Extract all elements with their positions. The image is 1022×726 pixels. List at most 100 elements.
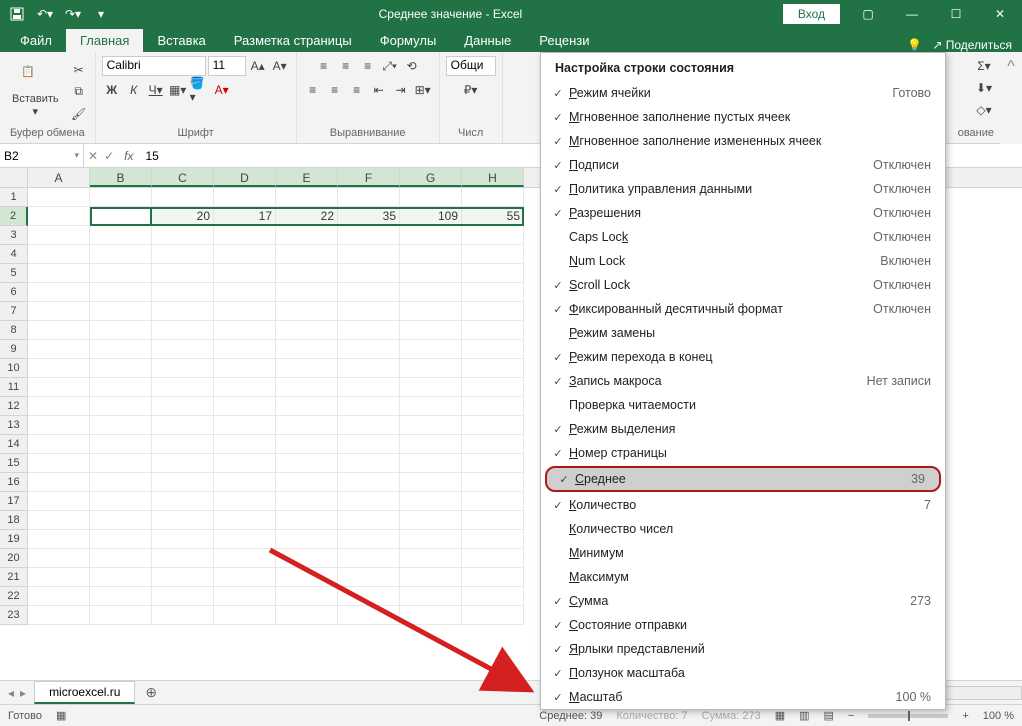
qat-dropdown-icon[interactable]: ▾ — [88, 2, 114, 26]
align-middle-icon[interactable]: ≡ — [336, 56, 356, 76]
autosum-icon[interactable]: Σ▾ — [974, 56, 994, 76]
column-header[interactable]: H — [462, 168, 524, 187]
cell[interactable] — [400, 359, 462, 378]
underline-button[interactable]: Ч▾ — [146, 80, 166, 100]
cell[interactable] — [462, 283, 524, 302]
column-header[interactable]: G — [400, 168, 462, 187]
cell[interactable] — [214, 511, 276, 530]
indent-increase-icon[interactable]: ⇥ — [391, 80, 411, 100]
login-button[interactable]: Вход — [783, 4, 840, 24]
row-header[interactable]: 23 — [0, 606, 28, 625]
cell[interactable] — [28, 606, 90, 625]
row-header[interactable]: 21 — [0, 568, 28, 587]
align-center-icon[interactable]: ≡ — [325, 80, 345, 100]
ctx-item[interactable]: ✓Ярлыки представлений — [541, 637, 945, 661]
cell[interactable] — [276, 397, 338, 416]
tab-insert[interactable]: Вставка — [143, 29, 219, 52]
cell[interactable] — [28, 378, 90, 397]
cell[interactable] — [28, 549, 90, 568]
cell[interactable] — [400, 435, 462, 454]
cell[interactable] — [152, 454, 214, 473]
cell[interactable] — [28, 435, 90, 454]
cell[interactable] — [400, 378, 462, 397]
cell[interactable] — [152, 340, 214, 359]
redo-icon[interactable]: ↷▾ — [60, 2, 86, 26]
cell[interactable] — [338, 283, 400, 302]
cell[interactable] — [400, 568, 462, 587]
cell[interactable] — [152, 568, 214, 587]
cell[interactable] — [152, 473, 214, 492]
cell[interactable] — [28, 454, 90, 473]
ctx-item[interactable]: ✓Среднее39 — [545, 466, 941, 492]
macro-record-icon[interactable]: ▦ — [56, 709, 66, 722]
cell[interactable] — [90, 397, 152, 416]
row-header[interactable]: 4 — [0, 245, 28, 264]
tab-formulas[interactable]: Формулы — [366, 29, 451, 52]
cell[interactable] — [276, 568, 338, 587]
cell[interactable] — [90, 264, 152, 283]
align-left-icon[interactable]: ≡ — [303, 80, 323, 100]
column-header[interactable]: F — [338, 168, 400, 187]
cell[interactable] — [152, 416, 214, 435]
cell[interactable] — [90, 340, 152, 359]
cell[interactable] — [152, 435, 214, 454]
ctx-item[interactable]: ✓ПодписиОтключен — [541, 153, 945, 177]
cell[interactable] — [400, 492, 462, 511]
currency-icon[interactable]: ₽▾ — [461, 80, 481, 100]
cell[interactable] — [338, 473, 400, 492]
ctx-item[interactable]: Caps LockОтключен — [541, 225, 945, 249]
tab-file[interactable]: Файл — [6, 29, 66, 52]
cell[interactable] — [338, 454, 400, 473]
cell[interactable] — [152, 492, 214, 511]
cell[interactable] — [152, 283, 214, 302]
cell[interactable] — [28, 530, 90, 549]
cell[interactable] — [90, 378, 152, 397]
add-sheet-icon[interactable]: ⊕ — [135, 684, 167, 701]
cell[interactable] — [462, 511, 524, 530]
cell[interactable] — [152, 530, 214, 549]
align-right-icon[interactable]: ≡ — [347, 80, 367, 100]
cell[interactable] — [338, 397, 400, 416]
cell[interactable]: 109 — [400, 207, 462, 226]
view-normal-icon[interactable]: ▦ — [775, 709, 785, 722]
cell[interactable] — [276, 378, 338, 397]
cell[interactable] — [214, 378, 276, 397]
ctx-item[interactable]: ✓Фиксированный десятичный форматОтключен — [541, 297, 945, 321]
cell[interactable] — [28, 473, 90, 492]
cell[interactable] — [462, 378, 524, 397]
font-color-icon[interactable]: A▾ — [212, 80, 232, 100]
cell[interactable] — [462, 188, 524, 207]
zoom-out-icon[interactable]: − — [848, 710, 854, 722]
row-header[interactable]: 20 — [0, 549, 28, 568]
cell[interactable] — [400, 606, 462, 625]
cell[interactable] — [276, 416, 338, 435]
ctx-item[interactable]: Num LockВключен — [541, 249, 945, 273]
cell[interactable] — [28, 264, 90, 283]
cell[interactable] — [90, 302, 152, 321]
cell[interactable] — [152, 302, 214, 321]
cell[interactable] — [338, 568, 400, 587]
cell[interactable] — [90, 188, 152, 207]
ctx-item[interactable]: Максимум — [541, 565, 945, 589]
ctx-item[interactable]: ✓Масштаб100 % — [541, 685, 945, 709]
cell[interactable] — [90, 587, 152, 606]
tab-data[interactable]: Данные — [450, 29, 525, 52]
cell[interactable] — [90, 549, 152, 568]
row-header[interactable]: 1 — [0, 188, 28, 207]
cell[interactable]: 15 — [90, 207, 152, 226]
ctx-item[interactable]: ✓Режим выделения — [541, 417, 945, 441]
ctx-item[interactable]: ✓Политика управления даннымиОтключен — [541, 177, 945, 201]
row-header[interactable]: 22 — [0, 587, 28, 606]
cell[interactable] — [152, 226, 214, 245]
ctx-item[interactable]: ✓Мгновенное заполнение пустых ячеек — [541, 105, 945, 129]
tab-home[interactable]: Главная — [66, 29, 143, 52]
cell[interactable] — [338, 549, 400, 568]
ctx-item[interactable]: ✓Режим перехода в конец — [541, 345, 945, 369]
cell[interactable] — [400, 473, 462, 492]
cell[interactable] — [28, 302, 90, 321]
row-header[interactable]: 2 — [0, 207, 28, 226]
cell[interactable] — [338, 245, 400, 264]
cell[interactable] — [152, 511, 214, 530]
cell[interactable] — [276, 454, 338, 473]
wrap-text-icon[interactable]: ⟲ — [402, 56, 422, 76]
